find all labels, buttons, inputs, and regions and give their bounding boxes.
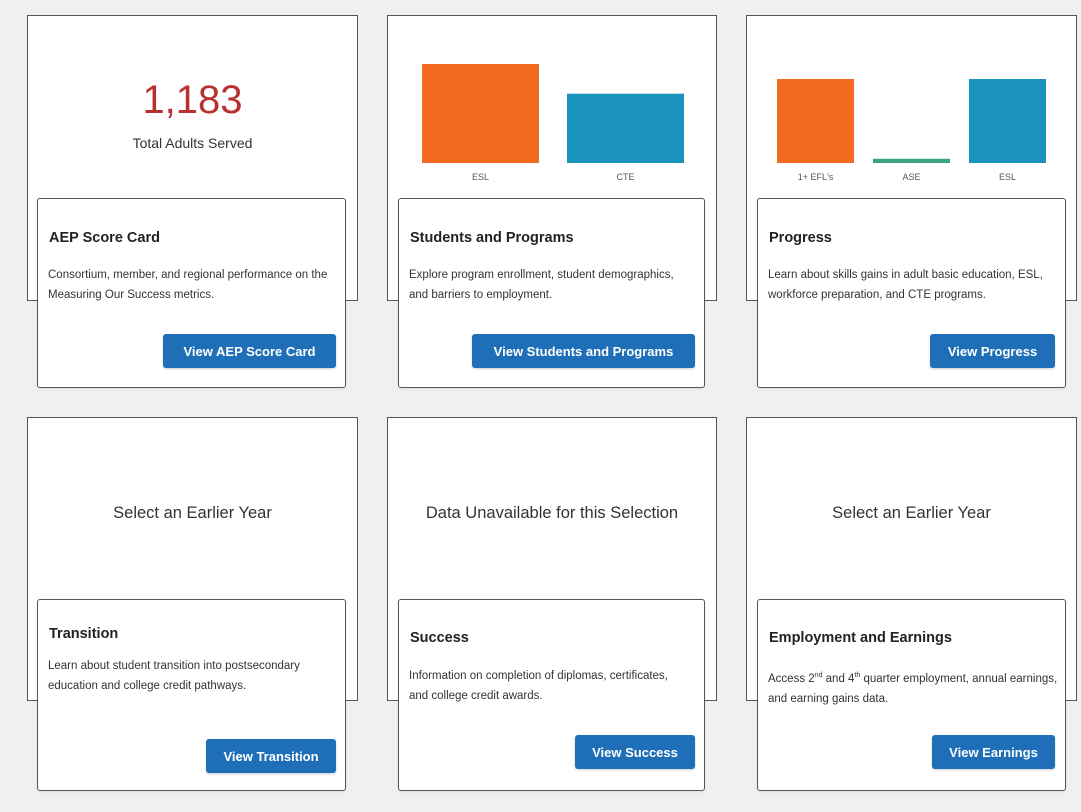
progress-info-panel: Progress Learn about skills gains in adu… [757,198,1066,388]
employment-description: Access 2nd and 4th quarter employment, a… [768,666,1060,709]
bar-esl [422,64,539,163]
success-info-panel: Success Information on completion of dip… [398,599,705,791]
employment-title: Employment and Earnings [769,630,952,646]
tick-label-esl: ESL [999,172,1016,182]
score-card-info-panel: AEP Score Card Consortium, member, and r… [37,198,346,388]
tick-label-cte: CTE [617,172,635,182]
students-programs-description: Explore program enrollment, student demo… [409,269,674,301]
view-aep-score-card-button[interactable]: View AEP Score Card [163,334,336,368]
bar-cte [567,93,684,163]
score-card-title: AEP Score Card [49,230,160,246]
transition-description: Learn about student transition into post… [48,660,300,692]
employment-desc-and: and 4 [822,672,855,685]
view-students-programs-button[interactable]: View Students and Programs [472,334,695,368]
total-adults-label: Total Adults Served [132,135,253,151]
transition-info-panel: Transition Learn about student transitio… [37,599,346,791]
view-progress-button[interactable]: View Progress [930,334,1055,368]
employment-message: Select an Earlier Year [832,504,991,522]
score-card-description: Consortium, member, and regional perform… [48,269,328,301]
employment-info-panel: Employment and Earnings Access 2nd and 4… [757,599,1066,791]
success-description: Information on completion of diplomas, c… [409,670,668,702]
bar-esl [969,79,1046,163]
bar-ase [873,158,950,163]
transition-message: Select an Earlier Year [113,504,272,522]
employment-desc-access: Access 2 [768,672,815,685]
progress-description: Learn about skills gains in adult basic … [768,269,1043,301]
total-adults-value: 1,183 [142,78,243,122]
students-programs-title: Students and Programs [410,230,574,246]
progress-title: Progress [769,230,832,246]
tick-label-esl: ESL [472,172,489,182]
tick-label-ase: ASE [902,172,920,182]
view-success-button[interactable]: View Success [575,735,695,769]
bar-1-efl-s [777,79,854,163]
tick-label-1-efl-s: 1+ EFL's [798,172,834,182]
students-programs-info-panel: Students and Programs Explore program en… [398,198,705,388]
success-message: Data Unavailable for this Selection [425,504,679,522]
success-title: Success [410,630,469,646]
transition-title: Transition [49,626,119,642]
view-transition-button[interactable]: View Transition [206,739,336,773]
view-earnings-button[interactable]: View Earnings [932,735,1055,769]
